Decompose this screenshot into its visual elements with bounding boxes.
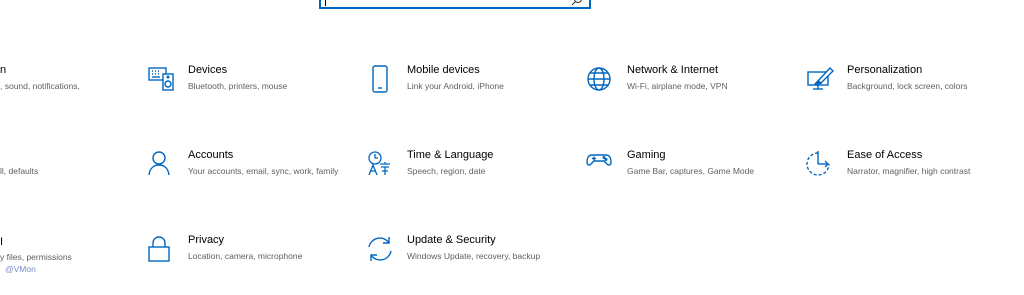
system-tile-desc-partial: , sound, notifications, (0, 81, 80, 91)
tile-desc: Game Bar, captures, Game Mode (627, 166, 755, 176)
globe-icon (586, 65, 616, 95)
tile-title: Ease of Access (847, 149, 923, 161)
tile-title: Network & Internet (627, 64, 719, 76)
ease-of-access-icon (806, 150, 836, 180)
tile-update-security[interactable]: Update & Security Windows Update, recove… (366, 234, 576, 295)
tile-privacy[interactable]: Privacy Location, camera, microphone (147, 234, 357, 295)
tile-network-internet[interactable]: Network & Internet Wi-Fi, airplane mode,… (586, 64, 796, 125)
sync-icon (366, 235, 396, 265)
tile-devices[interactable]: Devices Bluetooth, printers, mouse (147, 64, 357, 125)
tile-desc: Background, lock screen, colors (847, 81, 968, 91)
gamepad-icon (586, 150, 616, 180)
time-language-icon (366, 150, 396, 180)
apps-tile-desc-partial: ll, defaults (0, 166, 39, 176)
tile-title: Update & Security (407, 234, 496, 246)
lock-icon (147, 235, 177, 265)
search-tile-title-partial[interactable]: I (0, 236, 3, 248)
tile-desc: Windows Update, recovery, backup (407, 251, 541, 261)
tile-desc: Speech, region, date (407, 166, 486, 176)
tile-ease-of-access[interactable]: Ease of Access Narrator, magnifier, high… (806, 149, 1016, 210)
tile-desc: Your accounts, email, sync, work, family (188, 166, 339, 176)
person-icon (147, 150, 177, 180)
tile-accounts[interactable]: Accounts Your accounts, email, sync, wor… (147, 149, 357, 210)
tile-personalization[interactable]: Personalization Background, lock screen,… (806, 64, 1016, 125)
tile-title: Devices (188, 64, 228, 76)
tile-desc: Link your Android, iPhone (407, 81, 504, 91)
tile-title: Mobile devices (407, 64, 480, 76)
paintbrush-icon (806, 65, 836, 95)
watermark-text: @VMon (5, 264, 36, 274)
text-caret (325, 0, 326, 6)
devices-icon (147, 65, 177, 95)
tile-desc: Bluetooth, printers, mouse (188, 81, 288, 91)
tile-title: Accounts (188, 149, 234, 161)
tile-title: Personalization (847, 64, 923, 76)
tile-desc: Narrator, magnifier, high contrast (847, 166, 971, 176)
search-input[interactable] (319, 0, 591, 9)
system-tile-title-partial[interactable]: n (0, 64, 6, 76)
tile-title: Gaming (627, 149, 666, 161)
search-icon (571, 0, 582, 6)
tile-time-language[interactable]: Time & Language Speech, region, date (366, 149, 576, 210)
tile-gaming[interactable]: Gaming Game Bar, captures, Game Mode (586, 149, 796, 210)
tile-desc: Location, camera, microphone (188, 251, 303, 261)
phone-icon (366, 65, 396, 95)
tile-title: Time & Language (407, 149, 494, 161)
tile-desc: Wi-Fi, airplane mode, VPN (627, 81, 728, 91)
tile-title: Privacy (188, 234, 225, 246)
search-tile-desc-partial: y files, permissions (0, 252, 72, 262)
tile-mobile-devices[interactable]: Mobile devices Link your Android, iPhone (366, 64, 576, 125)
